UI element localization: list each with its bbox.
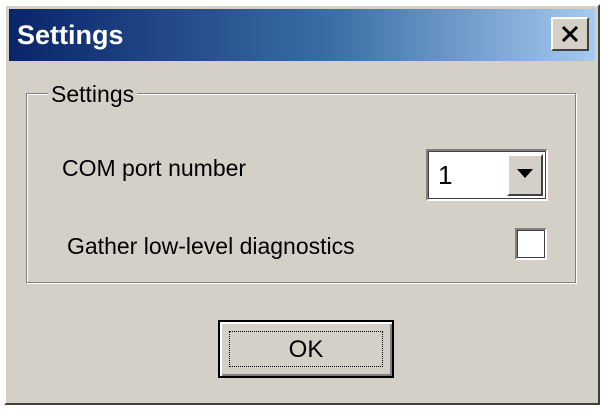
ok-focus-rect: OK [229, 331, 383, 367]
com-port-value: 1 [438, 160, 453, 190]
chevron-down-icon [517, 169, 533, 178]
groupbox-legend: Settings [48, 81, 138, 107]
com-port-dropdown-button[interactable] [507, 154, 543, 196]
close-icon [561, 25, 579, 43]
close-button[interactable] [551, 17, 589, 51]
ok-button[interactable]: OK [218, 320, 394, 378]
ok-button-label: OK [288, 336, 324, 363]
com-port-select[interactable]: 1 [426, 149, 548, 201]
com-port-label: COM port number [62, 155, 247, 181]
diagnostics-checkbox[interactable] [515, 228, 547, 260]
window-title: Settings [17, 20, 124, 50]
title-bar[interactable]: Settings [9, 9, 595, 61]
diagnostics-label: Gather low-level diagnostics [67, 233, 355, 259]
